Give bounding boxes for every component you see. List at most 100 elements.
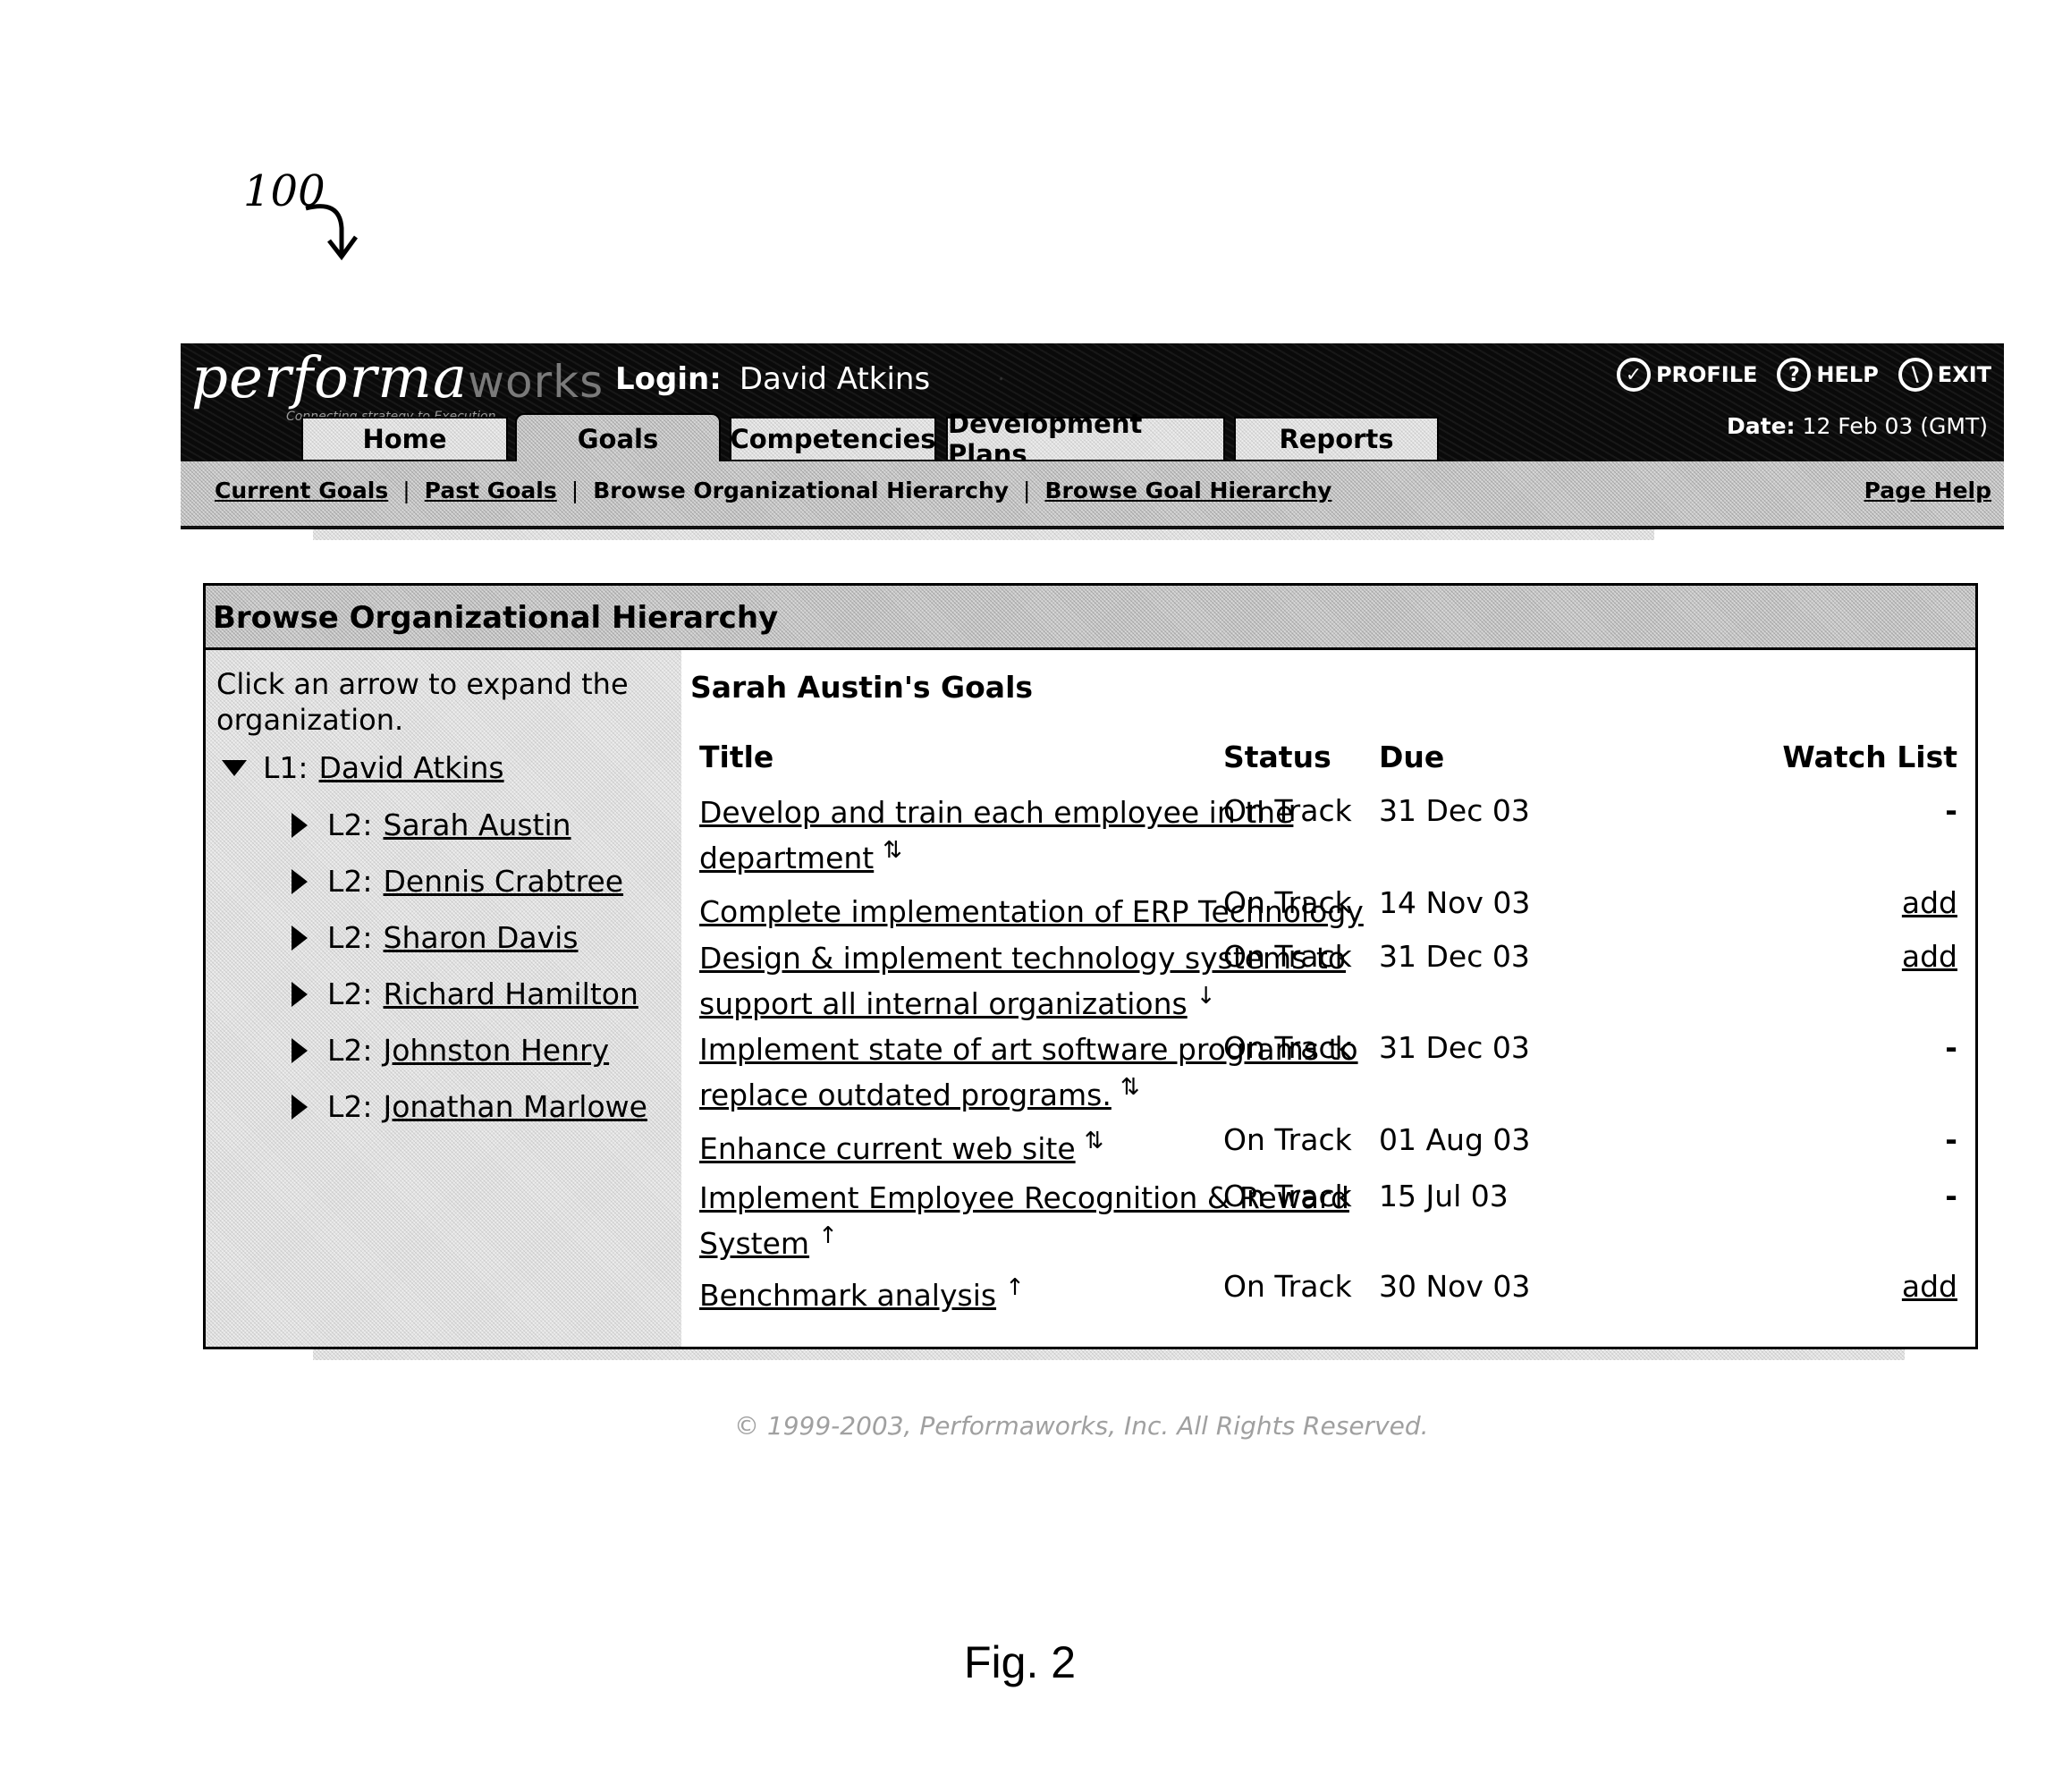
goal-title-link[interactable]: Develop and train each employee in the d…	[699, 795, 1293, 875]
tree-node-link[interactable]: Johnston Henry	[384, 1033, 610, 1068]
tree-level: L2:	[327, 920, 373, 955]
sort-icon[interactable]: ⇅	[883, 837, 902, 864]
watch-list-value: -	[1945, 793, 1957, 828]
login-label: Login:	[615, 361, 722, 397]
subnav-browse-goal-hierarchy[interactable]: Browse Goal Hierarchy	[1044, 478, 1331, 503]
goals-heading: Sarah Austin's Goals	[690, 670, 1034, 705]
date-display: Date: 12 Feb 03 (GMT)	[1727, 413, 1988, 439]
date-value: 12 Feb 03 (GMT)	[1802, 413, 1988, 439]
tree-node-link[interactable]: Dennis Crabtree	[384, 864, 624, 899]
expand-arrow-icon[interactable]	[292, 1037, 308, 1063]
goal-title-link[interactable]: Enhance current web site	[699, 1131, 1076, 1166]
column-header-due: Due	[1379, 740, 1445, 774]
tree-instructions: Click an arrow to expand the organizatio…	[216, 667, 629, 737]
goal-status: On Track	[1223, 885, 1352, 920]
collapse-arrow-icon[interactable]	[222, 759, 247, 776]
goal-due: 31 Dec 03	[1379, 939, 1530, 974]
goal-due: 31 Dec 03	[1379, 793, 1530, 828]
sort-icon[interactable]: ⇅	[1085, 1128, 1104, 1154]
exit-icon: \	[1898, 358, 1932, 392]
tree-node: L2: Sharon Davis	[292, 920, 579, 955]
sub-navigation: Current Goals | Past Goals | Browse Orga…	[181, 461, 2004, 529]
tree-node: L2: Jonathan Marlowe	[292, 1089, 647, 1124]
sort-icon[interactable]: ↑	[818, 1222, 838, 1249]
tree-node: L2: Johnston Henry	[292, 1033, 609, 1068]
sort-icon[interactable]: ↑	[1005, 1274, 1025, 1301]
tree-node-link[interactable]: Sarah Austin	[384, 807, 571, 842]
goal-status: On Track	[1223, 939, 1352, 974]
watch-list-value: -	[1945, 1030, 1957, 1065]
tree-node-link[interactable]: Richard Hamilton	[384, 976, 638, 1011]
goal-due: 30 Nov 03	[1379, 1269, 1531, 1304]
question-icon: ?	[1777, 358, 1812, 392]
date-label: Date:	[1727, 413, 1796, 439]
separator: |	[1023, 478, 1031, 503]
tab-competencies[interactable]: Competencies	[730, 417, 936, 460]
logo-main: performa	[191, 345, 469, 411]
profile-label: PROFILE	[1655, 362, 1758, 387]
subnav-current-goals[interactable]: Current Goals	[215, 478, 388, 503]
tree-node: L1: David Atkins	[222, 750, 504, 785]
subnav-past-goals[interactable]: Past Goals	[425, 478, 557, 503]
separator: |	[571, 478, 579, 503]
exit-label: EXIT	[1937, 362, 1991, 387]
tab-goals[interactable]: Goals	[515, 413, 721, 463]
tree-node-link[interactable]: Jonathan Marlowe	[384, 1089, 647, 1124]
tree-node: L2: Sarah Austin	[292, 807, 571, 842]
header-shadow	[313, 529, 1654, 540]
logo: performaworks	[191, 345, 604, 411]
app-header: performaworks Connecting strategy to Exe…	[181, 343, 2004, 529]
tree-node-link[interactable]: David Atkins	[319, 750, 504, 785]
expand-arrow-icon[interactable]	[292, 812, 308, 838]
goal-due: 01 Aug 03	[1379, 1122, 1531, 1157]
login-user: David Atkins	[739, 361, 931, 397]
column-header-title: Title	[699, 740, 774, 774]
tree-node-link[interactable]: Sharon Davis	[384, 920, 579, 955]
page-help-link[interactable]: Page Help	[1864, 478, 1991, 503]
tree-level: L1:	[263, 750, 309, 785]
org-tree-pane: Click an arrow to expand the organizatio…	[206, 650, 681, 1347]
goals-pane: Sarah Austin's Goals Title Status Due Wa…	[681, 650, 1975, 1347]
goal-due: 15 Jul 03	[1379, 1179, 1509, 1213]
column-header-status: Status	[1223, 740, 1331, 774]
top-bar: performaworks Connecting strategy to Exe…	[181, 343, 2004, 469]
expand-arrow-icon[interactable]	[292, 868, 308, 894]
subnav-browse-org-hierarchy[interactable]: Browse Organizational Hierarchy	[593, 478, 1009, 503]
watch-list-add-link[interactable]: add	[1902, 1269, 1957, 1304]
goal-due: 31 Dec 03	[1379, 1030, 1530, 1065]
panel-title-bar: Browse Organizational Hierarchy	[206, 586, 1975, 650]
tree-level: L2:	[327, 1033, 373, 1068]
tree-level: L2:	[327, 807, 373, 842]
goal-status: On Track	[1223, 793, 1352, 828]
sort-icon[interactable]: ↓	[1196, 983, 1216, 1010]
watch-list-value: -	[1945, 1179, 1957, 1213]
sort-icon[interactable]: ⇅	[1120, 1074, 1140, 1101]
watch-list-add-link[interactable]: add	[1902, 939, 1957, 974]
logo-accent: works	[468, 356, 604, 408]
tree-level: L2:	[327, 1089, 373, 1124]
watch-list-add-link[interactable]: add	[1902, 885, 1957, 920]
tree-level: L2:	[327, 864, 373, 899]
tab-reports[interactable]: Reports	[1234, 417, 1439, 460]
reference-arrow-icon	[305, 204, 359, 261]
copyright-footer: © 1999-2003, Performaworks, Inc. All Rig…	[734, 1411, 1429, 1441]
exit-link[interactable]: \ EXIT	[1898, 358, 1991, 392]
column-header-watch-list: Watch List	[1782, 740, 1957, 774]
help-label: HELP	[1816, 362, 1879, 387]
login-info: Login: David Atkins	[615, 361, 930, 397]
profile-link[interactable]: ✓ PROFILE	[1616, 358, 1758, 392]
goal-status: On Track	[1223, 1030, 1352, 1065]
expand-arrow-icon[interactable]	[292, 981, 308, 1007]
tab-development-plans[interactable]: Development Plans	[946, 409, 1225, 469]
goal-status: On Track	[1223, 1269, 1352, 1304]
tree-node: L2: Dennis Crabtree	[292, 864, 623, 899]
expand-arrow-icon[interactable]	[292, 925, 308, 951]
help-link[interactable]: ? HELP	[1777, 358, 1879, 392]
expand-arrow-icon[interactable]	[292, 1094, 308, 1120]
separator: |	[402, 478, 410, 503]
tree-node: L2: Richard Hamilton	[292, 976, 638, 1011]
goal-title-link[interactable]: Benchmark analysis	[699, 1278, 996, 1313]
goal-due: 14 Nov 03	[1379, 885, 1531, 920]
figure-label: Fig. 2	[964, 1637, 1077, 1687]
tab-home[interactable]: Home	[301, 417, 508, 460]
